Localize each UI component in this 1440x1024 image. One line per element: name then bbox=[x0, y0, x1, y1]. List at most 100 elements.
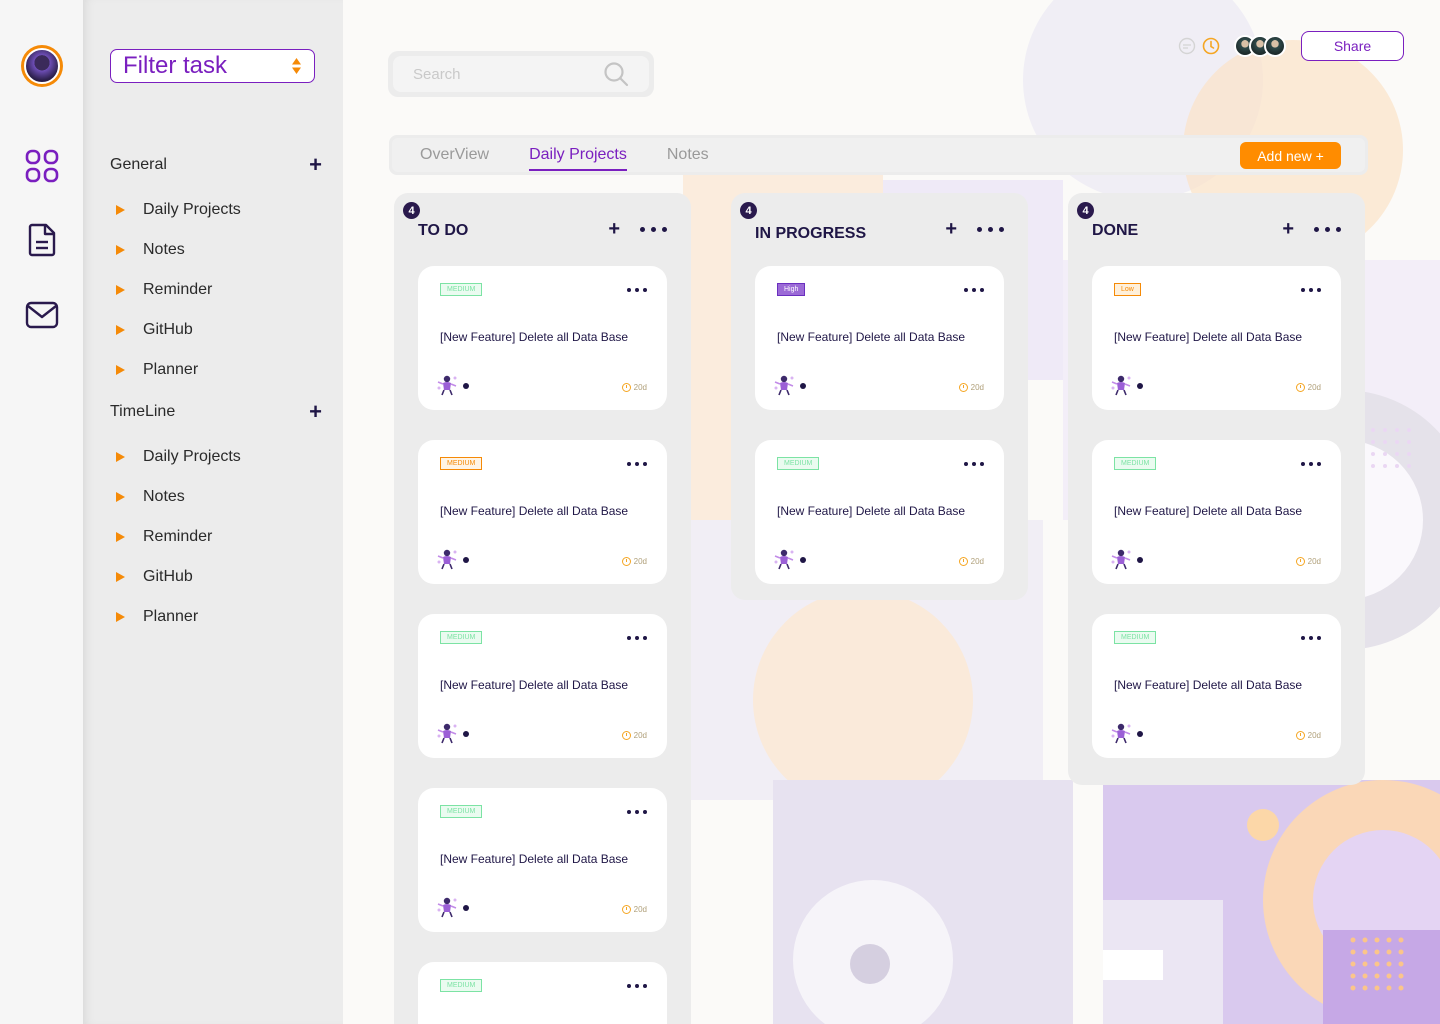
assignee-illustration-icon bbox=[1110, 722, 1132, 744]
task-card[interactable]: MEDIUM bbox=[418, 962, 667, 1024]
task-card[interactable]: MEDIUM [New Feature] Delete all Data Base… bbox=[1092, 440, 1341, 584]
task-card[interactable]: High [New Feature] Delete all Data Base 20… bbox=[755, 266, 1004, 410]
assignee-illustration-icon bbox=[436, 722, 458, 744]
card-menu-icon[interactable] bbox=[960, 462, 984, 466]
caret-right-icon bbox=[116, 365, 125, 375]
tab-daily-projects[interactable]: Daily Projects bbox=[529, 138, 627, 172]
priority-tag: MEDIUM bbox=[440, 979, 483, 992]
section-timeline-header: TimeLine + bbox=[110, 401, 322, 423]
task-card[interactable]: MEDIUM [New Feature] Delete all Data Base… bbox=[418, 440, 667, 584]
add-timeline-button[interactable]: + bbox=[309, 401, 322, 423]
status-dot bbox=[800, 383, 806, 389]
tab-overview[interactable]: OverView bbox=[420, 138, 489, 172]
card-title: [New Feature] Delete all Data Base bbox=[440, 678, 629, 692]
sidebar-item-reminder[interactable]: Reminder bbox=[116, 279, 212, 301]
clock-icon bbox=[958, 557, 968, 566]
priority-tag: MEDIUM bbox=[1114, 457, 1157, 470]
filter-task-select[interactable]: Filter task bbox=[110, 49, 315, 83]
card-menu-icon[interactable] bbox=[1297, 636, 1321, 640]
task-card[interactable]: MEDIUM [New Feature] Delete all Data Base… bbox=[418, 614, 667, 758]
section-title: TimeLine bbox=[110, 403, 176, 420]
card-menu-icon[interactable] bbox=[623, 462, 647, 466]
clock-icon bbox=[1295, 731, 1305, 740]
task-card[interactable]: MEDIUM [New Feature] Delete all Data Base… bbox=[1092, 614, 1341, 758]
sidebar-item-github[interactable]: GitHub bbox=[116, 566, 193, 588]
collaborator-avatars[interactable] bbox=[1234, 35, 1286, 57]
task-card[interactable]: MEDIUM [New Feature] Delete all Data Base… bbox=[418, 266, 667, 410]
mail-icon[interactable] bbox=[24, 297, 60, 333]
card-title: [New Feature] Delete all Data Base bbox=[1114, 330, 1303, 344]
search-input[interactable] bbox=[413, 65, 583, 83]
tab-notes[interactable]: Notes bbox=[667, 138, 709, 172]
due-time-label: 20d bbox=[1307, 383, 1321, 392]
column-title: TO DO bbox=[418, 222, 469, 239]
sidebar: Filter task General + Daily Projects Not… bbox=[83, 0, 343, 1024]
sidebar-item-daily-projects[interactable]: Daily Projects bbox=[116, 446, 241, 468]
add-card-button[interactable]: + bbox=[608, 219, 620, 239]
filter-task-label: Filter task bbox=[123, 52, 228, 79]
card-title: [New Feature] Delete all Data Base bbox=[440, 852, 629, 866]
assignee-illustration-icon bbox=[1110, 548, 1132, 570]
sidebar-item-reminder[interactable]: Reminder bbox=[116, 526, 212, 548]
sidebar-item-planner[interactable]: Planner bbox=[116, 359, 198, 381]
column-count-badge: 4 bbox=[1077, 202, 1094, 219]
caret-right-icon bbox=[116, 612, 125, 622]
sidebar-item-label: Daily Projects bbox=[143, 448, 241, 465]
sidebar-item-notes[interactable]: Notes bbox=[116, 486, 185, 508]
kanban-column: 4 TO DO + MEDIUM [New Feature] Delete all Da… bbox=[394, 193, 691, 1024]
due-time: 20d bbox=[1295, 383, 1321, 392]
clock-icon[interactable] bbox=[1202, 37, 1220, 55]
share-button[interactable]: Share bbox=[1301, 31, 1404, 61]
card-menu-icon[interactable] bbox=[623, 810, 647, 814]
card-menu-icon[interactable] bbox=[1297, 462, 1321, 466]
add-general-button[interactable]: + bbox=[309, 154, 322, 176]
task-card[interactable]: MEDIUM [New Feature] Delete all Data Base… bbox=[418, 788, 667, 932]
due-time: 20d bbox=[958, 557, 984, 566]
assignee-illustration-icon bbox=[436, 896, 458, 918]
task-card[interactable]: Low [New Feature] Delete all Data Base 20d bbox=[1092, 266, 1341, 410]
card-menu-icon[interactable] bbox=[623, 636, 647, 640]
assignee-illustration-icon bbox=[773, 548, 795, 570]
search-icon[interactable] bbox=[603, 61, 629, 87]
card-menu-icon[interactable] bbox=[623, 984, 647, 988]
task-card[interactable]: MEDIUM [New Feature] Delete all Data Base… bbox=[755, 440, 1004, 584]
user-avatar[interactable] bbox=[21, 45, 63, 87]
card-menu-icon[interactable] bbox=[1297, 288, 1321, 292]
assignee-illustration-icon bbox=[436, 374, 458, 396]
due-time-label: 20d bbox=[633, 557, 647, 566]
caret-right-icon bbox=[116, 325, 125, 335]
due-time-label: 20d bbox=[633, 905, 647, 914]
sidebar-item-planner[interactable]: Planner bbox=[116, 606, 198, 628]
add-card-button[interactable]: + bbox=[945, 219, 957, 239]
card-title: [New Feature] Delete all Data Base bbox=[440, 504, 629, 518]
due-time: 20d bbox=[1295, 557, 1321, 566]
card-menu-icon[interactable] bbox=[960, 288, 984, 292]
document-icon[interactable] bbox=[24, 222, 60, 258]
status-dot bbox=[1137, 731, 1143, 737]
clock-icon bbox=[621, 905, 631, 914]
priority-tag: MEDIUM bbox=[440, 631, 483, 644]
column-count-badge: 4 bbox=[403, 202, 420, 219]
assignee-illustration-icon bbox=[436, 548, 458, 570]
card-menu-icon[interactable] bbox=[623, 288, 647, 292]
chat-icon[interactable] bbox=[1178, 37, 1196, 55]
apps-grid-icon[interactable] bbox=[24, 148, 60, 184]
add-new-button[interactable]: Add new + bbox=[1240, 142, 1341, 169]
status-dot bbox=[1137, 383, 1143, 389]
add-card-button[interactable]: + bbox=[1282, 219, 1294, 239]
icon-rail bbox=[0, 0, 83, 1024]
sidebar-item-daily-projects[interactable]: Daily Projects bbox=[116, 199, 241, 221]
more-options-icon[interactable] bbox=[1308, 226, 1341, 232]
caret-right-icon bbox=[116, 532, 125, 542]
due-time-label: 20d bbox=[970, 557, 984, 566]
more-options-icon[interactable] bbox=[634, 226, 667, 232]
more-options-icon[interactable] bbox=[971, 226, 1004, 232]
tabs-bar: OverView Daily Projects Notes Add new + bbox=[389, 135, 1368, 175]
sidebar-item-label: Planner bbox=[143, 608, 199, 625]
sidebar-item-label: GitHub bbox=[143, 568, 193, 585]
sidebar-item-label: Planner bbox=[143, 361, 199, 378]
sidebar-item-github[interactable]: GitHub bbox=[116, 319, 193, 341]
priority-tag: MEDIUM bbox=[1114, 631, 1157, 644]
sidebar-item-label: Reminder bbox=[143, 281, 213, 298]
sidebar-item-notes[interactable]: Notes bbox=[116, 239, 185, 261]
